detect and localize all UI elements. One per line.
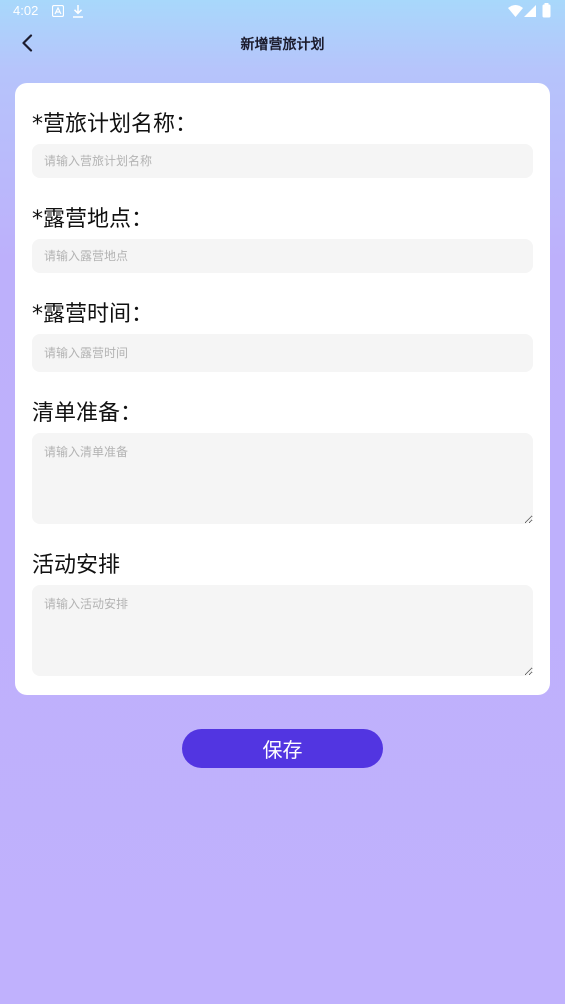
checklist-textarea[interactable] bbox=[32, 433, 533, 524]
page-title: 新增营旅计划 bbox=[240, 37, 325, 53]
signal-icon bbox=[524, 5, 536, 21]
form-card: *营旅计划名称： *露营地点： *露营时间： 清单准备： 活动安排 bbox=[15, 83, 550, 695]
time-input[interactable] bbox=[32, 334, 533, 372]
download-icon bbox=[72, 5, 84, 22]
time-label: *露营时间： bbox=[32, 302, 154, 327]
activities-label: 活动安排 bbox=[32, 553, 121, 578]
location-label: *露营地点： bbox=[32, 207, 154, 232]
activities-textarea[interactable] bbox=[32, 585, 533, 676]
a-notification-icon bbox=[51, 4, 65, 21]
nav-bar: 新增营旅计划 bbox=[0, 24, 565, 66]
status-bar: 4:02 bbox=[0, 0, 565, 24]
save-button[interactable]: 保存 bbox=[182, 729, 383, 768]
battery-icon bbox=[542, 3, 551, 22]
plan-name-input[interactable] bbox=[32, 144, 533, 178]
wifi-icon bbox=[508, 5, 523, 21]
checklist-label: 清单准备： bbox=[32, 401, 143, 426]
plan-name-label: *营旅计划名称： bbox=[32, 112, 198, 137]
location-input[interactable] bbox=[32, 239, 533, 273]
status-time: 4:02 bbox=[13, 3, 39, 18]
